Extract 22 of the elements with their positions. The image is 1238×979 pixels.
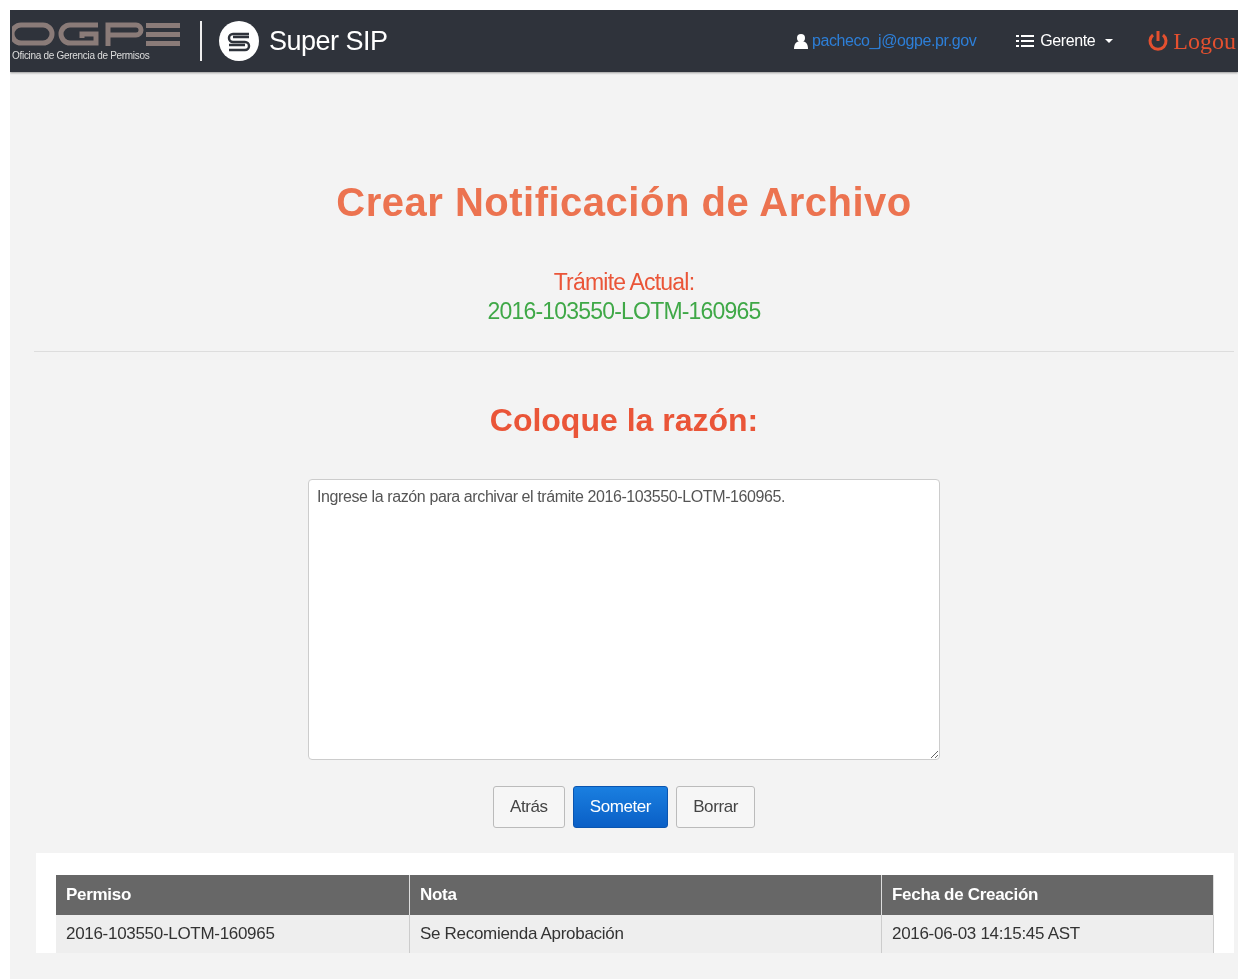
submit-button[interactable]: Someter — [572, 786, 669, 828]
page-title: Crear Notificación de Archivo — [336, 180, 912, 225]
reason-heading: Coloque la razón: — [489, 402, 759, 439]
list-icon — [1016, 34, 1035, 48]
table-cell: Se Recomienda Aprobación — [409, 915, 882, 953]
caret-icon — [1105, 39, 1114, 43]
column-header: Permiso — [56, 875, 410, 915]
power-icon — [1147, 30, 1170, 52]
column-header: Fecha de Creación — [881, 875, 1214, 915]
table-cell: 2016-103550-LOTM-160965 — [56, 915, 410, 953]
button[interactable]: Atrás — [493, 786, 565, 828]
logo-subtitle: Oficina de Gerencia de Permisos — [12, 49, 150, 61]
column-header: Nota — [409, 875, 882, 915]
user-icon — [793, 33, 808, 49]
current-label: Trámite Actual: — [553, 269, 695, 296]
button[interactable]: Borrar — [676, 786, 755, 828]
brand-icon — [218, 20, 260, 62]
table-cell: 2016-06-03 14:15:45 AST — [881, 915, 1214, 953]
role-menu[interactable]: Gerente — [1016, 32, 1114, 50]
current-value: 2016-103550-LOTM-160965 — [487, 298, 761, 325]
brand-link[interactable]: Super SIP — [269, 25, 388, 57]
reason-field[interactable]: Ingrese la razón para archivar el trámite 2016-103550-LOTM-160965. — [308, 479, 940, 760]
